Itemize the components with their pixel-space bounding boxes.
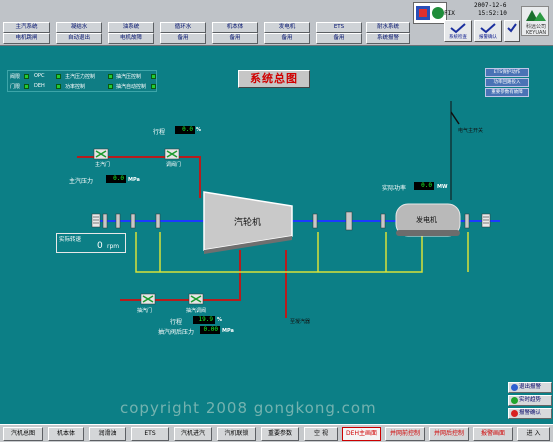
stroke-top-unit: % [196, 127, 202, 133]
bottom-tab-steam-inlet[interactable]: 汽机进汽 [174, 427, 212, 441]
actual-power-unit: MW [437, 184, 448, 190]
deh-screen: 主汽系统 凝结水 油系统 循环水 机本体 发电机 ETS 耐水系统 电机跳闸 自… [0, 0, 553, 442]
extraction-valve-label: 抽汽调阀 [186, 308, 207, 314]
bottom-tab-post-grid[interactable]: 并网后控制 [429, 427, 469, 441]
process-diagram [77, 101, 500, 318]
oil-line [135, 232, 469, 273]
breaker-label: 电气主开关 [458, 128, 484, 134]
bottom-tab-turbine-body[interactable]: 机本体 [48, 427, 84, 441]
alarm-confirm-label: 报警确认 [519, 410, 542, 416]
bottom-tab-enter[interactable]: 进 入 [517, 427, 550, 441]
extract-pressure-label: 抽汽阀后压力 [158, 329, 195, 336]
regulating-valve-label: 调阀门 [166, 162, 182, 168]
bottom-tab-monitor[interactable]: 空 视 [304, 427, 338, 441]
extraction-valve-icon [188, 293, 204, 305]
actual-power-label: 实际功率 [382, 185, 407, 192]
generator-label: 发电机 [416, 216, 437, 224]
exit-alarm-label: 退出报警 [519, 384, 542, 390]
actual-speed-unit: rpm [107, 243, 120, 250]
condenser-label: 至凝汽器 [290, 319, 311, 325]
extraction-gate-icon [140, 293, 156, 305]
stroke-bottom-value: 19.9 [193, 316, 215, 324]
breaker-switch-icon [450, 111, 460, 125]
actual-speed-value: 0 [97, 241, 103, 251]
alarm-confirm-button[interactable]: 报警确认 [508, 408, 552, 419]
stroke-bottom-unit: % [217, 317, 223, 323]
realtime-trend-label: 实时趋势 [519, 397, 542, 403]
bottom-tab-ets[interactable]: ETS [131, 427, 169, 441]
stroke-top-value: 0.0 [175, 126, 195, 134]
main-steam-valve-icon [93, 148, 109, 160]
extraction-gate-label: 抽汽门 [137, 308, 153, 314]
main-pressure-value: 0.0 [106, 175, 126, 183]
trend-icon [511, 397, 518, 404]
extract-pressure-value: 0.00 [200, 326, 220, 334]
realtime-trend-button[interactable]: 实时趋势 [508, 395, 552, 406]
bottom-nav-bar: 汽机总图 机本体 润滑油 ETS 汽机进汽 汽机联锁 重要参数 空 视 DEH主… [0, 424, 553, 442]
alarm-icon [511, 410, 518, 417]
stroke-top-label: 行程 [153, 129, 166, 136]
bottom-tab-interlock[interactable]: 汽机联锁 [217, 427, 256, 441]
turbine-label: 汽轮机 [234, 218, 262, 228]
regulating-valve-icon [164, 148, 180, 160]
actual-speed-box: 实际转速 0 rpm [56, 233, 126, 253]
stroke-bottom-label: 行程 [170, 319, 183, 326]
bottom-tab-pre-grid[interactable]: 并网前控制 [385, 427, 425, 441]
extract-pressure-unit: MPa [222, 328, 234, 334]
actual-speed-label: 实际转速 [59, 237, 82, 243]
actual-power-value: 0.0 [414, 182, 434, 190]
bottom-tab-deh-main[interactable]: DEH主画面 [342, 427, 381, 441]
copyright-watermark: copyright 2008 gongkong.com [120, 399, 377, 417]
bottom-tab-alarm-page[interactable]: 报警画面 [473, 427, 513, 441]
main-steam-valve-label: 主汽门 [95, 162, 111, 168]
main-pressure-unit: MPa [128, 177, 140, 183]
bottom-tab-key-params[interactable]: 重要参数 [261, 427, 299, 441]
bottom-tab-overview[interactable]: 汽机总图 [3, 427, 43, 441]
exit-alarm-icon [511, 384, 518, 391]
bottom-tab-lube-oil[interactable]: 润滑油 [89, 427, 126, 441]
extraction-steam-line [120, 250, 241, 301]
exit-alarm-button[interactable]: 退出报警 [508, 382, 552, 393]
main-pressure-label: 主汽压力 [69, 178, 94, 185]
